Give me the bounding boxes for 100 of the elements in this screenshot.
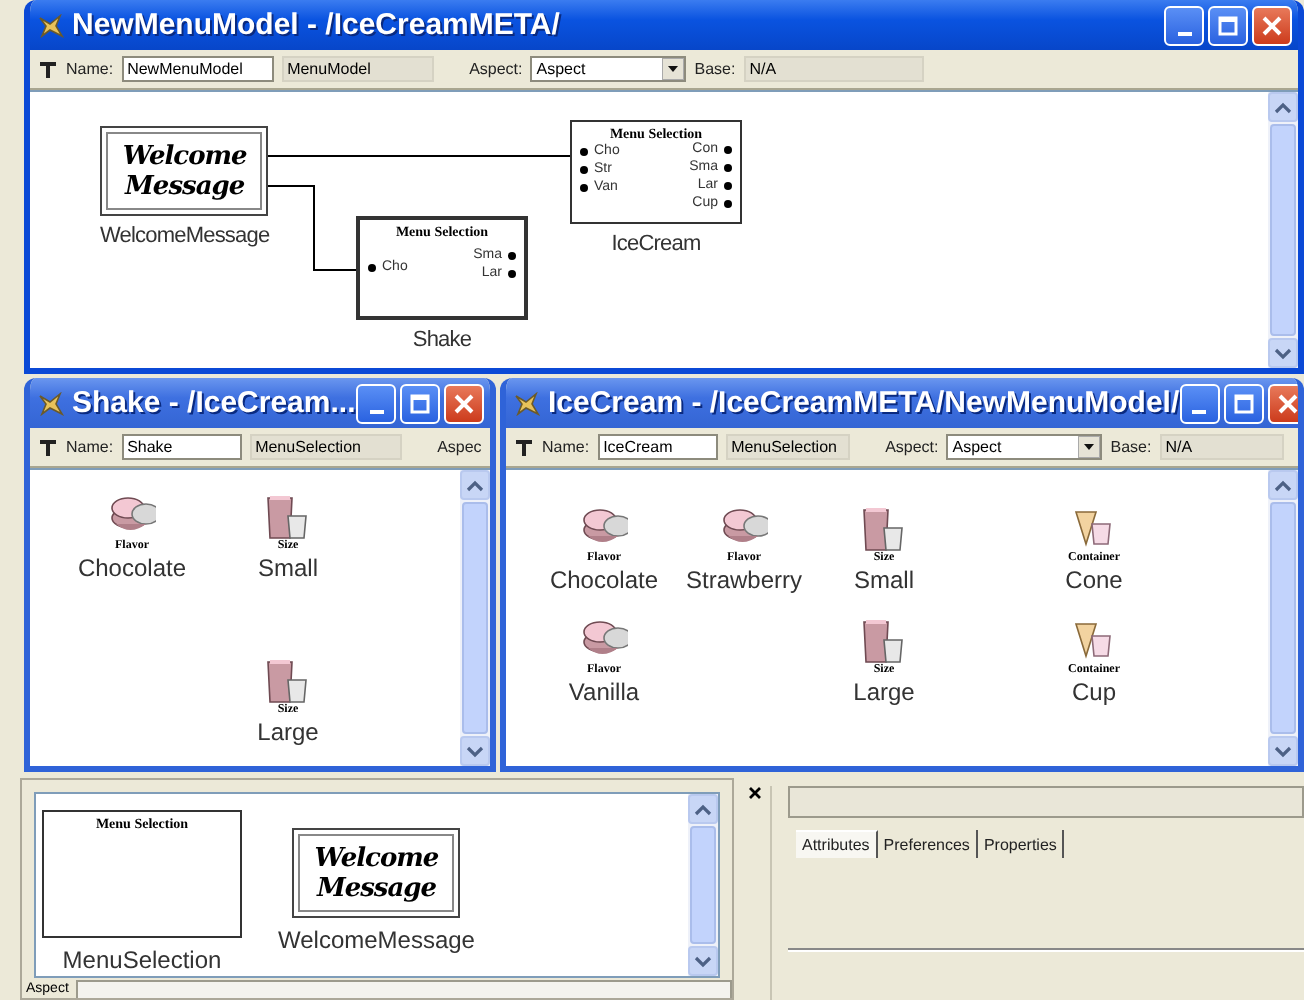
scroll-down-button[interactable] xyxy=(460,736,490,766)
maximize-icon xyxy=(1231,391,1256,415)
aspect-label: Aspect: xyxy=(885,438,939,456)
type-field: MenuSelection xyxy=(249,434,402,460)
part-label: Chocolate xyxy=(549,566,659,594)
maximize-button[interactable] xyxy=(1223,383,1264,423)
text-tool-icon xyxy=(514,437,534,457)
cups-icon xyxy=(264,658,312,704)
minimize-icon xyxy=(1177,31,1191,35)
maximize-icon xyxy=(1216,13,1240,37)
cups-icon xyxy=(860,506,908,552)
node-label: IceCream xyxy=(611,232,701,256)
scrollbar[interactable] xyxy=(688,794,718,976)
close-button[interactable] xyxy=(1252,5,1292,45)
tab[interactable]: Preferences xyxy=(877,830,978,858)
app-icon xyxy=(38,391,64,415)
scroll-thumb[interactable] xyxy=(1270,502,1296,734)
maximize-button[interactable] xyxy=(400,383,440,423)
base-label: Base: xyxy=(1110,438,1152,456)
name-label: Name: xyxy=(66,60,114,78)
close-icon xyxy=(452,391,476,415)
chevron-up-icon xyxy=(1274,101,1292,113)
dropdown-arrow-icon xyxy=(1078,436,1101,458)
app-icon xyxy=(514,391,540,415)
cups-icon xyxy=(860,618,908,664)
minimize-button[interactable] xyxy=(1164,5,1204,45)
aspect-dropdown[interactable]: Aspect xyxy=(946,434,1103,460)
part-label: MenuSelection xyxy=(62,946,222,974)
chevron-up-icon xyxy=(694,803,712,815)
part-label: Small xyxy=(853,566,914,594)
part-label: Strawberry xyxy=(685,566,802,594)
text-tool-icon xyxy=(38,437,58,457)
base-field: N/A xyxy=(1159,434,1284,460)
text-tool-icon xyxy=(38,59,58,79)
part-label: WelcomeMessage xyxy=(278,926,475,954)
name-label: Name: xyxy=(542,438,590,456)
window-title: NewMenuModel - /IceCreamMETA/ xyxy=(72,8,562,42)
scrollbar[interactable] xyxy=(1268,470,1298,766)
scroll-up-button[interactable] xyxy=(1268,470,1298,500)
part-label: Large xyxy=(853,678,915,706)
minimize-icon xyxy=(1192,409,1207,413)
close-button[interactable] xyxy=(444,383,484,423)
aspect-label: Aspec xyxy=(437,438,482,456)
part-label: Small xyxy=(257,554,318,582)
welcome-message-text: Welcome Message xyxy=(120,141,249,201)
chevron-up-icon xyxy=(466,479,484,491)
maximize-button[interactable] xyxy=(1208,5,1248,45)
scrollbar[interactable] xyxy=(460,470,490,766)
scroll-up-button[interactable] xyxy=(1268,92,1298,122)
name-label: Name: xyxy=(66,438,114,456)
scrollbar[interactable] xyxy=(1268,92,1298,368)
scroll-down-button[interactable] xyxy=(1268,736,1298,766)
part-label: Large xyxy=(257,718,319,746)
app-icon xyxy=(38,13,64,37)
name-field[interactable]: NewMenuModel xyxy=(121,56,274,82)
close-button[interactable] xyxy=(1267,383,1298,423)
dropdown-arrow-icon xyxy=(662,58,685,80)
part-label: Chocolate xyxy=(77,554,187,582)
aspect-dropdown[interactable]: Aspect xyxy=(530,56,687,82)
tab[interactable]: Attributes xyxy=(796,830,878,858)
scroll-thumb[interactable] xyxy=(462,502,488,734)
tab[interactable]: Properties xyxy=(977,830,1065,858)
chevron-down-icon xyxy=(694,955,712,967)
scroll-thumb[interactable] xyxy=(690,826,716,944)
chevron-down-icon xyxy=(1274,347,1292,359)
cups-icon xyxy=(264,494,312,540)
close-icon xyxy=(1260,13,1284,37)
base-field: N/A xyxy=(743,56,924,82)
type-field: MenuSelection xyxy=(725,434,850,460)
aspect-value: Aspect xyxy=(536,58,586,80)
part-label: Cup xyxy=(1071,678,1116,706)
aspect-label: Aspect: xyxy=(469,60,523,78)
welcome-message-text: Welcome Message xyxy=(312,843,441,903)
connection-line[interactable] xyxy=(267,185,357,271)
scroll-down-button[interactable] xyxy=(688,946,718,976)
name-field[interactable]: Shake xyxy=(121,434,242,460)
minimize-button[interactable] xyxy=(356,383,396,423)
chevron-down-icon xyxy=(1274,745,1292,757)
chevron-down-icon xyxy=(466,745,484,757)
close-icon xyxy=(748,786,762,800)
maximize-icon xyxy=(408,391,432,415)
aspect-value: Aspect xyxy=(952,436,1002,458)
aspect-field[interactable] xyxy=(76,980,732,998)
scroll-up-button[interactable] xyxy=(460,470,490,500)
node-label: WelcomeMessage xyxy=(100,224,270,248)
minimize-icon xyxy=(369,409,383,413)
type-field: MenuModel xyxy=(281,56,434,82)
name-field[interactable]: IceCream xyxy=(597,434,718,460)
minimize-button[interactable] xyxy=(1179,383,1220,423)
object-field[interactable] xyxy=(788,786,1304,818)
window-title: IceCream - /IceCreamMETA/NewMenuModel/ xyxy=(548,386,1180,420)
scroll-thumb[interactable] xyxy=(1270,124,1296,336)
window-title: Shake - /IceCream... xyxy=(72,386,356,420)
part-label: Cone xyxy=(1065,566,1123,594)
scroll-down-button[interactable] xyxy=(1268,338,1298,368)
chevron-up-icon xyxy=(1274,479,1292,491)
scroll-up-button[interactable] xyxy=(688,794,718,824)
base-label: Base: xyxy=(694,60,736,78)
node-label: Shake xyxy=(412,328,472,352)
close-icon xyxy=(1275,391,1298,415)
